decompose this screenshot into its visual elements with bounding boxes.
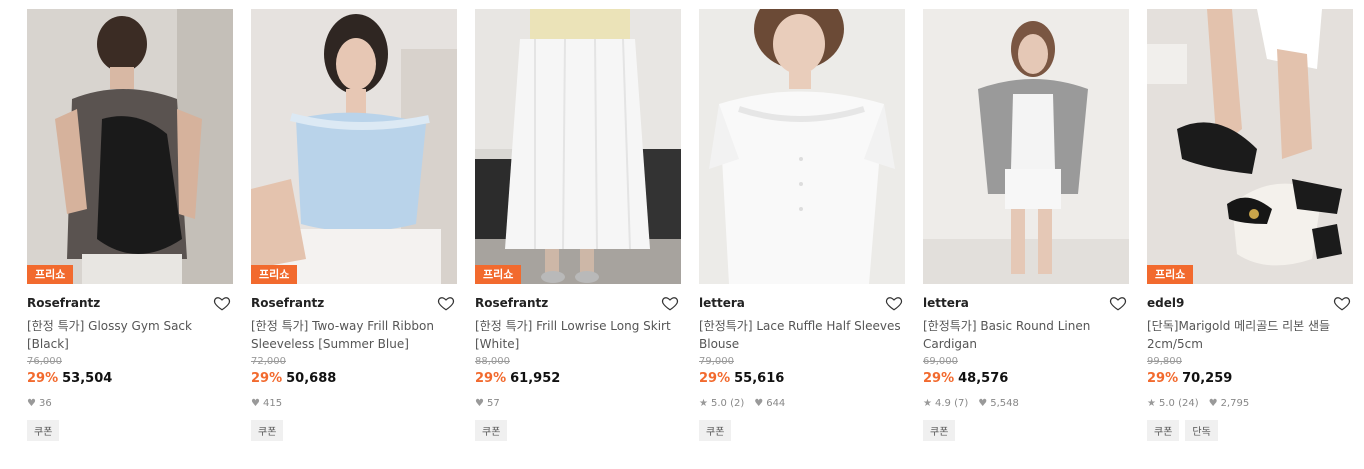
product-title[interactable]: [한정특가] Basic Round Linen Cardigan (923, 317, 1129, 353)
like-count: 2,795 (1220, 398, 1250, 409)
heart-icon[interactable] (437, 294, 455, 312)
preshow-badge: 프리쇼 (251, 265, 298, 284)
original-price: 76,000 (27, 356, 62, 367)
product-card[interactable]: 프리쇼 Rosefrantz [한정 특가] Two-way Frill Rib… (251, 9, 457, 441)
product-card[interactable]: lettera [한정특가] Basic Round Linen Cardiga… (923, 9, 1129, 441)
discount-rate: 29% (27, 371, 59, 386)
product-stats: ★ 5.0 (24) ♥ 2,795 (1147, 397, 1353, 411)
product-title[interactable]: [한정 특가] Two-way Frill Ribbon Sleeveless … (251, 317, 457, 353)
review-count: (24) (1178, 398, 1199, 409)
like-count: 644 (766, 398, 786, 409)
heart-icon[interactable] (661, 294, 679, 312)
product-title[interactable]: [한정 특가] Frill Lowrise Long Skirt [White] (475, 317, 681, 353)
coupon-tag[interactable]: 쿠폰 (475, 420, 508, 441)
product-card[interactable]: 프리쇼 edel9 [단독]Marigold 메리골드 리본 샌들 2cm/5c… (1147, 9, 1353, 441)
heart-filled-icon: ♥ (251, 398, 260, 409)
discount-rate: 29% (699, 371, 731, 386)
product-title[interactable]: [단독]Marigold 메리골드 리본 샌들 2cm/5cm (1147, 317, 1353, 353)
tag-list: 쿠폰 (699, 420, 905, 441)
brand-name[interactable]: lettera (699, 296, 745, 310)
coupon-tag[interactable]: 쿠폰 (923, 420, 956, 441)
product-title[interactable]: [한정특가] Lace Ruffle Half Sleeves Blouse (699, 317, 905, 353)
review-count: (7) (954, 398, 969, 409)
rating: 5.0 (710, 398, 727, 409)
price-row: 29% 55,616 (699, 370, 905, 388)
heart-icon[interactable] (885, 294, 903, 312)
rating: 5.0 (1158, 398, 1175, 409)
like-count: 5,548 (990, 398, 1019, 409)
sale-price: 53,504 (62, 371, 113, 386)
coupon-tag[interactable]: 쿠폰 (27, 420, 60, 441)
tag-list: 쿠폰 (923, 420, 1129, 441)
product-grid: 프리쇼 Rosefrantz [한정 특가] Glossy Gym Sack [… (0, 0, 1364, 469)
heart-filled-icon: ♥ (475, 398, 484, 409)
tag-list: 쿠폰 (475, 420, 681, 441)
product-card[interactable]: 프리쇼 Rosefrantz [한정 특가] Glossy Gym Sack [… (27, 9, 233, 441)
brand-name[interactable]: Rosefrantz (475, 296, 548, 310)
discount-rate: 29% (475, 371, 507, 386)
review-count: (2) (730, 398, 745, 409)
product-image[interactable]: 프리쇼 (1147, 9, 1353, 284)
original-price: 88,000 (475, 356, 510, 367)
coupon-tag[interactable]: 쿠폰 (699, 420, 732, 441)
preshow-badge: 프리쇼 (27, 265, 74, 284)
coupon-tag[interactable]: 쿠폰 (1147, 420, 1180, 441)
heart-icon[interactable] (213, 294, 231, 312)
price-row: 29% 61,952 (475, 370, 681, 388)
tag-list: 쿠폰 (27, 420, 233, 441)
brand-name[interactable]: Rosefrantz (27, 296, 100, 310)
product-stats: ★ 4.9 (7) ♥ 5,548 (923, 397, 1129, 411)
discount-rate: 29% (923, 371, 955, 386)
rating: 4.9 (934, 398, 951, 409)
like-count: 36 (38, 398, 52, 409)
tag-list: 쿠폰 (251, 420, 457, 441)
heart-filled-icon: ♥ (978, 398, 988, 409)
exclusive-tag[interactable]: 단독 (1185, 420, 1218, 441)
price-row: 29% 50,688 (251, 370, 457, 388)
discount-rate: 29% (251, 371, 283, 386)
product-image[interactable]: 프리쇼 (475, 9, 681, 284)
tag-list: 쿠폰 단독 (1147, 420, 1353, 441)
discount-rate: 29% (1147, 371, 1179, 386)
star-icon: ★ (699, 398, 708, 409)
product-card[interactable]: 프리쇼 Rosefrantz [한정 특가] Frill Lowrise Lon… (475, 9, 681, 441)
product-card[interactable]: lettera [한정특가] Lace Ruffle Half Sleeves … (699, 9, 905, 441)
brand-name[interactable]: Rosefrantz (251, 296, 324, 310)
star-icon: ★ (1147, 398, 1156, 409)
heart-icon[interactable] (1333, 294, 1351, 312)
heart-icon[interactable] (1109, 294, 1127, 312)
sale-price: 61,952 (510, 371, 561, 386)
preshow-badge: 프리쇼 (475, 265, 522, 284)
heart-filled-icon: ♥ (27, 398, 36, 409)
brand-name[interactable]: edel9 (1147, 296, 1184, 310)
sale-price: 50,688 (286, 371, 337, 386)
price-row: 29% 70,259 (1147, 370, 1353, 388)
product-stats: ★ 5.0 (2) ♥ 644 (699, 397, 905, 411)
original-price: 99,800 (1147, 356, 1182, 367)
product-image[interactable] (699, 9, 905, 284)
sale-price: 48,576 (958, 371, 1009, 386)
coupon-tag[interactable]: 쿠폰 (251, 420, 284, 441)
price-row: 29% 48,576 (923, 370, 1129, 388)
original-price: 72,000 (251, 356, 286, 367)
original-price: 79,000 (699, 356, 734, 367)
like-count: 57 (486, 398, 500, 409)
sale-price: 55,616 (734, 371, 785, 386)
sale-price: 70,259 (1182, 371, 1233, 386)
product-image[interactable]: 프리쇼 (27, 9, 233, 284)
star-icon: ★ (923, 398, 932, 409)
product-title[interactable]: [한정 특가] Glossy Gym Sack [Black] (27, 317, 233, 353)
price-row: 29% 53,504 (27, 370, 233, 388)
heart-filled-icon: ♥ (1208, 398, 1218, 409)
heart-filled-icon: ♥ (754, 398, 764, 409)
original-price: 69,000 (923, 356, 958, 367)
like-count: 415 (262, 398, 283, 409)
preshow-badge: 프리쇼 (1147, 265, 1194, 284)
product-stats: ♥ 36 (27, 397, 233, 411)
product-image[interactable]: 프리쇼 (251, 9, 457, 284)
product-stats: ♥ 415 (251, 397, 457, 411)
product-image[interactable] (923, 9, 1129, 284)
product-stats: ♥ 57 (475, 397, 681, 411)
brand-name[interactable]: lettera (923, 296, 969, 310)
